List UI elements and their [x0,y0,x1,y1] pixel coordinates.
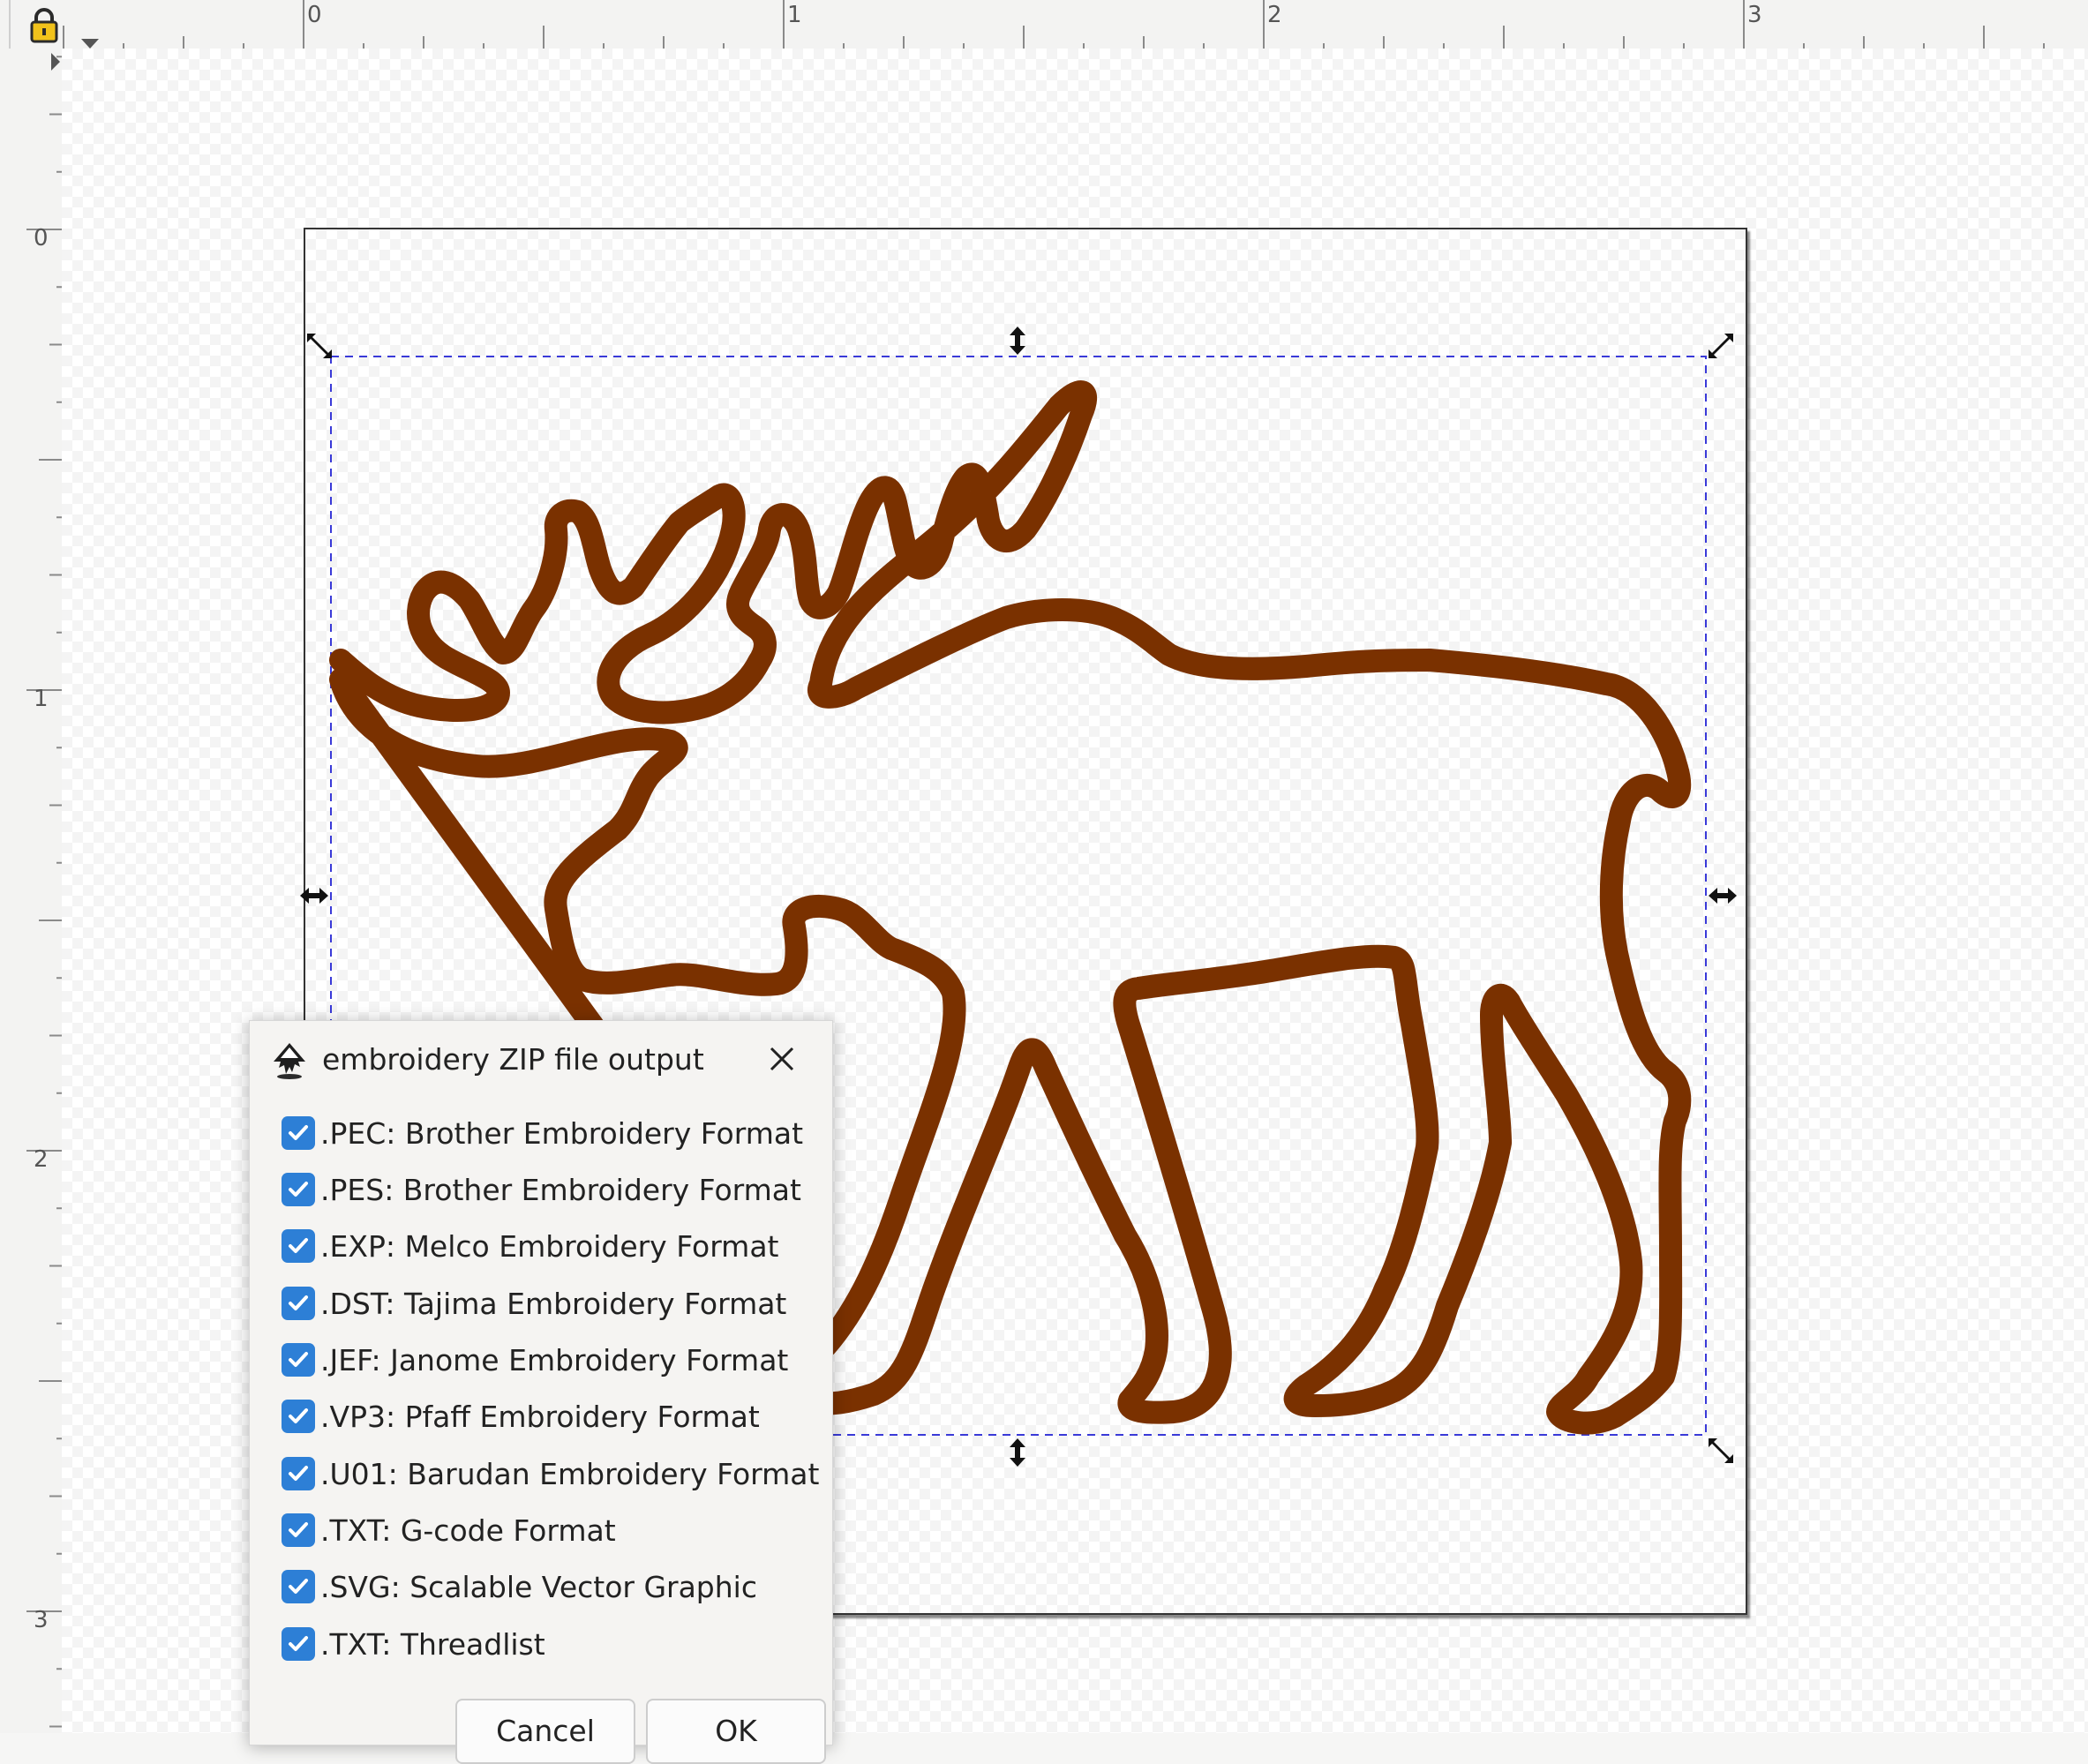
dialog-titlebar[interactable]: embroidery ZIP file output [250,1021,832,1099]
embroidery-zip-dialog: embroidery ZIP file output .PEC: Brother… [249,1020,833,1745]
checkbox-checked-icon[interactable] [282,1116,315,1150]
dialog-title: embroidery ZIP file output [322,1042,704,1077]
option-txt-threadlist[interactable]: .TXT: Threadlist [282,1622,545,1666]
scale-handle-bottom-right-icon[interactable] [1705,1435,1737,1467]
option-txt-gcode[interactable]: .TXT: G-code Format [282,1508,616,1552]
ok-button[interactable]: OK [646,1699,826,1764]
option-dst[interactable]: .DST: Tajima Embroidery Format [282,1281,786,1325]
option-label: .EXP: Melco Embroidery Format [320,1228,779,1264]
inkscape-icon [274,1043,305,1079]
scale-handle-top-icon[interactable] [1004,325,1031,357]
option-label: .PES: Brother Embroidery Format [320,1172,801,1207]
option-jef[interactable]: .JEF: Janome Embroidery Format [282,1338,788,1382]
option-label: .TXT: G-code Format [320,1513,616,1548]
checkbox-checked-icon[interactable] [282,1229,315,1263]
option-label: .VP3: Pfaff Embroidery Format [320,1399,760,1434]
option-label: .JEF: Janome Embroidery Format [320,1342,789,1377]
scale-handle-left-icon[interactable] [298,882,330,909]
scale-handle-right-icon[interactable] [1707,882,1739,909]
checkbox-checked-icon[interactable] [282,1400,315,1433]
option-label: .DST: Tajima Embroidery Format [320,1286,787,1321]
checkbox-checked-icon[interactable] [282,1287,315,1320]
checkbox-checked-icon[interactable] [282,1627,315,1661]
option-pes[interactable]: .PES: Brother Embroidery Format [282,1167,801,1212]
option-label: .PEC: Brother Embroidery Format [320,1115,804,1151]
scale-handle-top-left-icon[interactable] [304,330,335,362]
checkbox-checked-icon[interactable] [282,1173,315,1206]
scale-handle-bottom-icon[interactable] [1004,1437,1031,1468]
checkbox-checked-icon[interactable] [282,1457,315,1490]
option-label: .U01: Barudan Embroidery Format [320,1456,820,1491]
close-icon[interactable] [760,1037,804,1081]
checkbox-checked-icon[interactable] [282,1570,315,1603]
cancel-button[interactable]: Cancel [455,1699,635,1764]
option-pec[interactable]: .PEC: Brother Embroidery Format [282,1111,803,1155]
scale-handle-top-right-icon[interactable] [1705,330,1737,362]
option-exp[interactable]: .EXP: Melco Embroidery Format [282,1224,779,1268]
option-u01[interactable]: .U01: Barudan Embroidery Format [282,1452,819,1496]
option-svg[interactable]: .SVG: Scalable Vector Graphic [282,1565,757,1609]
option-vp3[interactable]: .VP3: Pfaff Embroidery Format [282,1394,760,1438]
option-label: .SVG: Scalable Vector Graphic [320,1569,757,1604]
option-label: .TXT: Threadlist [320,1626,545,1662]
checkbox-checked-icon[interactable] [282,1343,315,1377]
checkbox-checked-icon[interactable] [282,1513,315,1547]
